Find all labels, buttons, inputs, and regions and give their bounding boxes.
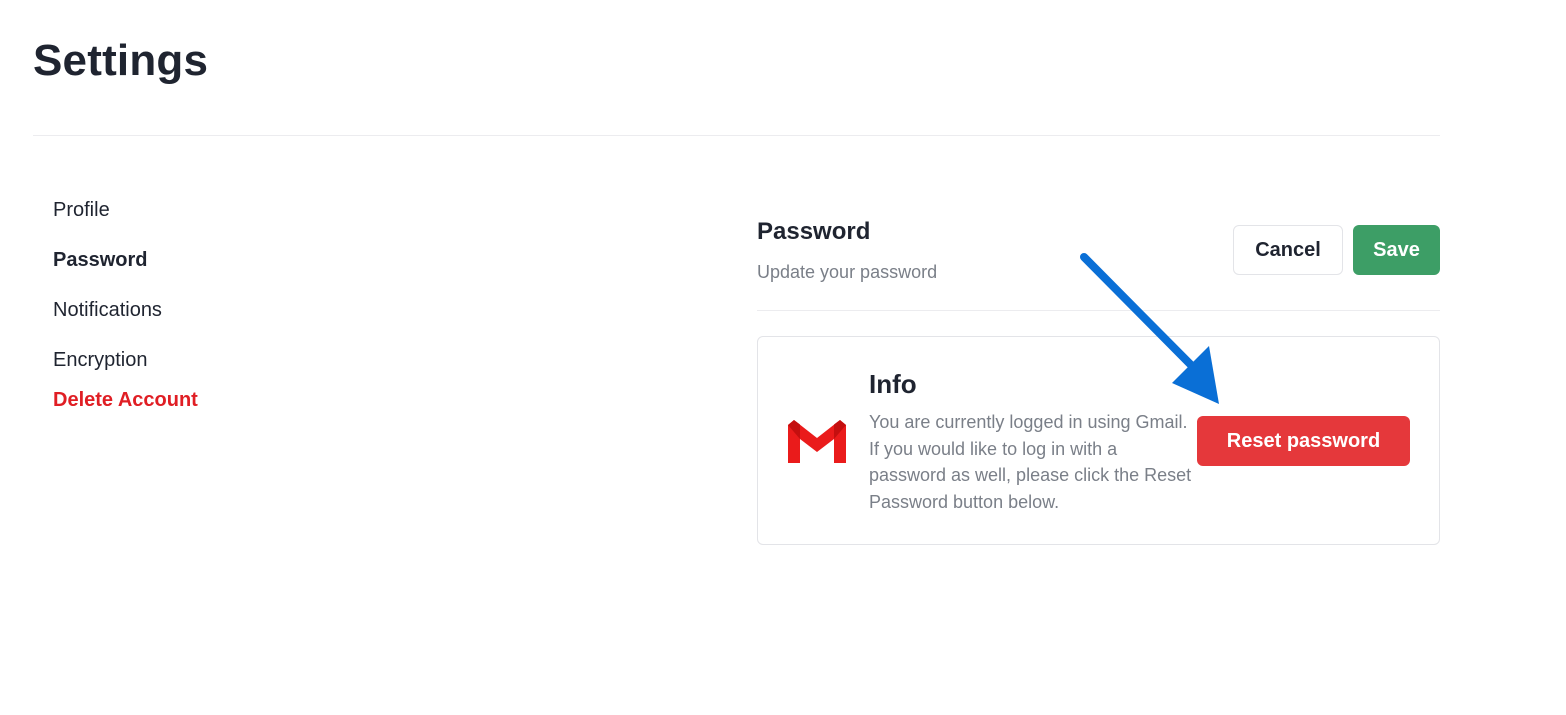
save-button[interactable]: Save	[1353, 225, 1440, 275]
page-title: Settings	[33, 36, 209, 85]
info-card: Info You are currently logged in using G…	[757, 336, 1440, 545]
sidebar-item-password[interactable]: Password	[53, 246, 147, 274]
info-description: You are currently logged in using Gmail.…	[869, 412, 1192, 512]
header-divider	[33, 135, 1440, 136]
cancel-button[interactable]: Cancel	[1233, 225, 1343, 275]
sidebar-item-encryption[interactable]: Encryption	[53, 346, 148, 374]
sidebar-item-profile[interactable]: Profile	[53, 196, 110, 224]
sidebar-item-delete-account[interactable]: Delete Account	[53, 386, 198, 414]
section-subtitle: Update your password	[757, 262, 938, 282]
section-divider	[757, 310, 1440, 311]
reset-password-button[interactable]: Reset password	[1197, 416, 1410, 466]
settings-page: Settings Profile Password Notifications …	[0, 0, 1566, 715]
sidebar-item-notifications[interactable]: Notifications	[53, 296, 162, 324]
section-title: Password	[757, 218, 871, 245]
info-title: Info	[869, 369, 917, 399]
gmail-icon	[788, 420, 846, 463]
